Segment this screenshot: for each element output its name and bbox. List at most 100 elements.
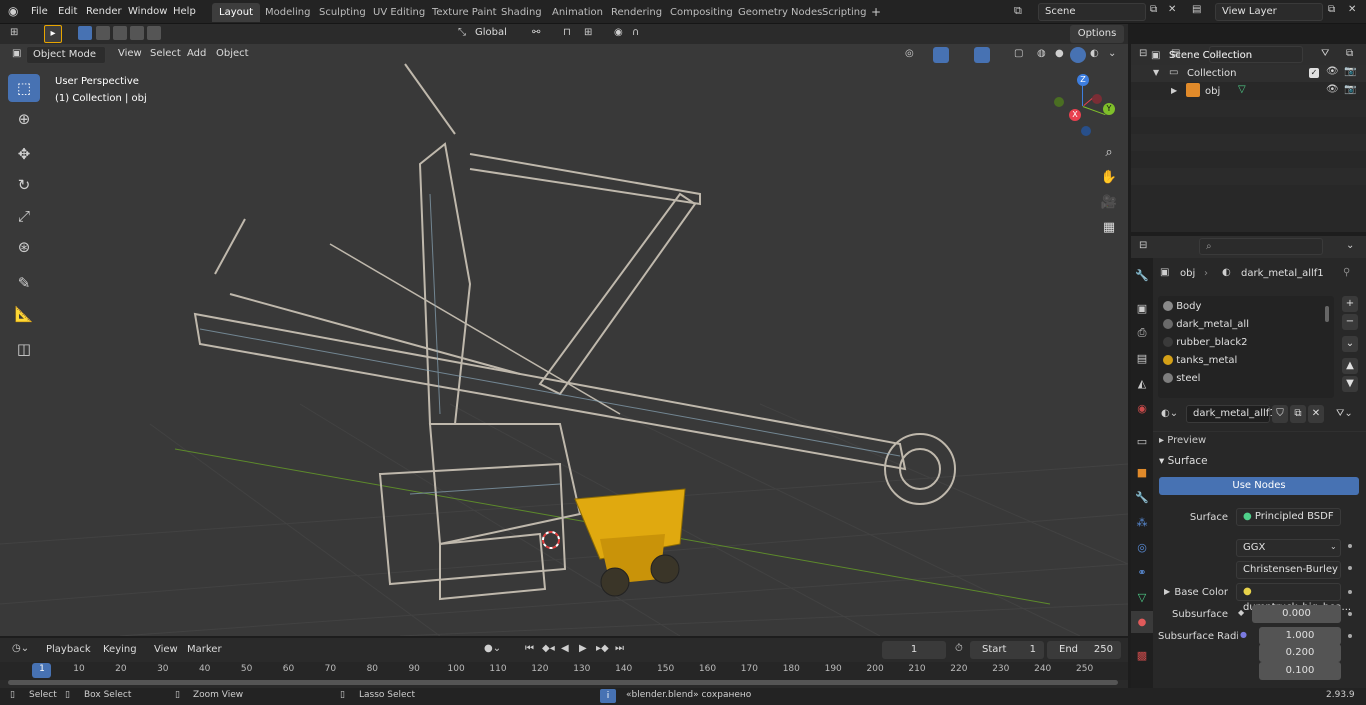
subsurface-method-select[interactable]: Christensen-Burley: [1236, 561, 1341, 579]
browse-material-icon[interactable]: ◐⌄: [1161, 408, 1178, 419]
shading-rendered-icon[interactable]: ◐: [1090, 48, 1099, 59]
tool-move[interactable]: ✥: [8, 140, 40, 168]
tab-physics-icon[interactable]: ◎: [1131, 536, 1153, 558]
falloff-icon[interactable]: ∩: [632, 27, 639, 38]
tab-particles-icon[interactable]: ⁂: [1131, 511, 1153, 533]
tab-layout[interactable]: Layout: [212, 3, 260, 22]
object-mode-select[interactable]: Object Mode: [26, 46, 106, 64]
shading-material-icon[interactable]: [1070, 47, 1086, 63]
start-frame-field[interactable]: Start 1: [970, 641, 1044, 659]
subsurface-value-field[interactable]: 0.000: [1252, 605, 1341, 623]
tab-object-icon[interactable]: ■: [1131, 461, 1153, 483]
subsurface-radius-socket-icon[interactable]: ●: [1240, 630, 1247, 639]
shading-solid-icon[interactable]: ●: [1055, 48, 1064, 59]
outliner-row-obj[interactable]: obj: [1205, 86, 1220, 97]
outliner-row-collection[interactable]: Collection: [1187, 68, 1236, 79]
gizmo-neg-x[interactable]: [1092, 94, 1102, 104]
tab-collection-icon[interactable]: ▭: [1131, 430, 1153, 452]
tab-scripting[interactable]: Scripting: [815, 3, 873, 22]
collection-eye-icon[interactable]: 👁: [1326, 66, 1339, 77]
link-filter-icon[interactable]: ⛛⌄: [1336, 408, 1353, 419]
zoom-icon[interactable]: ⌕: [1098, 141, 1120, 163]
timeline-scrollbar[interactable]: [8, 680, 1118, 685]
gizmo-toggle-icon[interactable]: [933, 47, 949, 63]
tab-texture-paint[interactable]: Texture Paint: [425, 3, 504, 22]
jump-start-icon[interactable]: ⏮: [525, 643, 534, 654]
surface-panel-header[interactable]: ▾ Surface: [1153, 452, 1366, 470]
collection-checkbox[interactable]: ✓: [1309, 68, 1319, 78]
obj-expand-icon[interactable]: ▶: [1171, 86, 1177, 95]
scene-icon[interactable]: ⧉: [1014, 4, 1022, 18]
menu-render[interactable]: Render: [86, 4, 122, 20]
pan-hand-icon[interactable]: ✋: [1098, 166, 1120, 188]
playback-menu[interactable]: Playback: [46, 644, 91, 655]
preview-panel-header[interactable]: ▸ Preview: [1153, 431, 1366, 449]
xray-icon[interactable]: ▢: [1014, 48, 1023, 59]
next-keyframe-icon[interactable]: ▸◆: [596, 643, 609, 654]
ortho-grid-icon[interactable]: ▦: [1098, 216, 1120, 238]
add-workspace-icon[interactable]: +: [871, 5, 881, 19]
gizmo-neg-y[interactable]: [1054, 97, 1064, 107]
material-name-field[interactable]: dark_metal_allf1: [1186, 405, 1276, 423]
end-frame-field[interactable]: End 250: [1047, 641, 1121, 659]
tool-cursor[interactable]: ⊕: [8, 105, 40, 133]
select-mode-intersect-icon[interactable]: [147, 26, 161, 40]
tool-annotate[interactable]: ✎: [8, 269, 40, 297]
move-slot-up-button[interactable]: ▲: [1342, 358, 1358, 374]
material-list-scrollbar[interactable]: [1325, 306, 1329, 322]
blender-logo-icon[interactable]: ◉: [8, 4, 18, 18]
menu-object[interactable]: Object: [216, 48, 249, 59]
editor-type-icon[interactable]: ⊞: [10, 27, 18, 38]
current-frame-field[interactable]: 1: [882, 641, 946, 659]
subsurface-radius-z[interactable]: 0.100: [1259, 662, 1341, 680]
tool-add-cube[interactable]: ◫: [8, 335, 40, 363]
transform-orientation-icon[interactable]: ⤡: [458, 27, 466, 38]
view-layer-copy-icon[interactable]: ⧉: [1328, 4, 1335, 15]
gizmo-z[interactable]: Z: [1077, 74, 1089, 86]
subsurface-radius-y[interactable]: 0.200: [1259, 644, 1341, 662]
distribution-select[interactable]: GGX: [1236, 539, 1341, 557]
material-slot-steel[interactable]: steel: [1163, 370, 1200, 387]
remove-slot-button[interactable]: −: [1342, 314, 1358, 330]
tab-modeling[interactable]: Modeling: [258, 3, 318, 22]
prev-keyframe-icon[interactable]: ◆◂: [542, 643, 555, 654]
timeline-view-menu[interactable]: View: [154, 644, 178, 655]
gizmo-x[interactable]: X: [1069, 109, 1081, 121]
view-layer-field[interactable]: View Layer: [1215, 3, 1323, 21]
tool-transform[interactable]: ⊛: [8, 233, 40, 261]
menu-add[interactable]: Add: [187, 48, 206, 59]
obj-eye-icon[interactable]: 👁: [1326, 84, 1339, 95]
tab-view-layer-icon[interactable]: ▤: [1131, 347, 1153, 369]
animate-dot-icon[interactable]: [1348, 590, 1352, 594]
collection-camera-icon[interactable]: 📷: [1344, 66, 1356, 77]
tab-uv-editing[interactable]: UV Editing: [366, 3, 432, 22]
timeline-editor-icon[interactable]: ◷⌄: [12, 643, 29, 654]
shading-wireframe-icon[interactable]: ◍: [1037, 48, 1046, 59]
material-slot-dark-metal[interactable]: dark_metal_all: [1163, 316, 1249, 333]
tool-rotate[interactable]: ↻: [8, 171, 40, 199]
use-nodes-button[interactable]: Use Nodes: [1159, 477, 1359, 495]
tab-rendering[interactable]: Rendering: [604, 3, 669, 22]
add-slot-button[interactable]: +: [1342, 296, 1358, 312]
tab-data-icon[interactable]: ▽: [1131, 586, 1153, 608]
tab-modifiers-icon[interactable]: 🔧: [1131, 486, 1153, 508]
slot-specials-button[interactable]: ⌄: [1342, 336, 1358, 352]
tab-texture-icon[interactable]: ▩: [1131, 644, 1153, 666]
obj-camera-icon[interactable]: 📷: [1344, 84, 1356, 95]
tab-world-icon[interactable]: ◉: [1131, 397, 1153, 419]
select-mode-subtract-icon[interactable]: [113, 26, 127, 40]
collection-expand-icon[interactable]: ▼: [1153, 68, 1159, 77]
tab-scene-icon[interactable]: ◭: [1131, 372, 1153, 394]
snap-icon[interactable]: ⊓: [563, 27, 571, 38]
gizmo-y[interactable]: Y: [1103, 103, 1115, 115]
3d-viewport[interactable]: User Perspective (1) Collection | obj: [0, 44, 1128, 636]
tab-compositing[interactable]: Compositing: [663, 3, 740, 22]
properties-options-icon[interactable]: ⌄: [1346, 240, 1354, 251]
scene-close-icon[interactable]: ✕: [1168, 4, 1176, 15]
stopwatch-icon[interactable]: ⏱: [955, 643, 963, 654]
play-icon[interactable]: ▶: [579, 643, 587, 654]
subsurface-radius-x[interactable]: 1.000: [1259, 627, 1341, 645]
tab-constraints-icon[interactable]: ⚭: [1131, 561, 1153, 583]
play-reverse-icon[interactable]: ◀: [561, 643, 569, 654]
gizmo-neg-z[interactable]: [1081, 126, 1091, 136]
